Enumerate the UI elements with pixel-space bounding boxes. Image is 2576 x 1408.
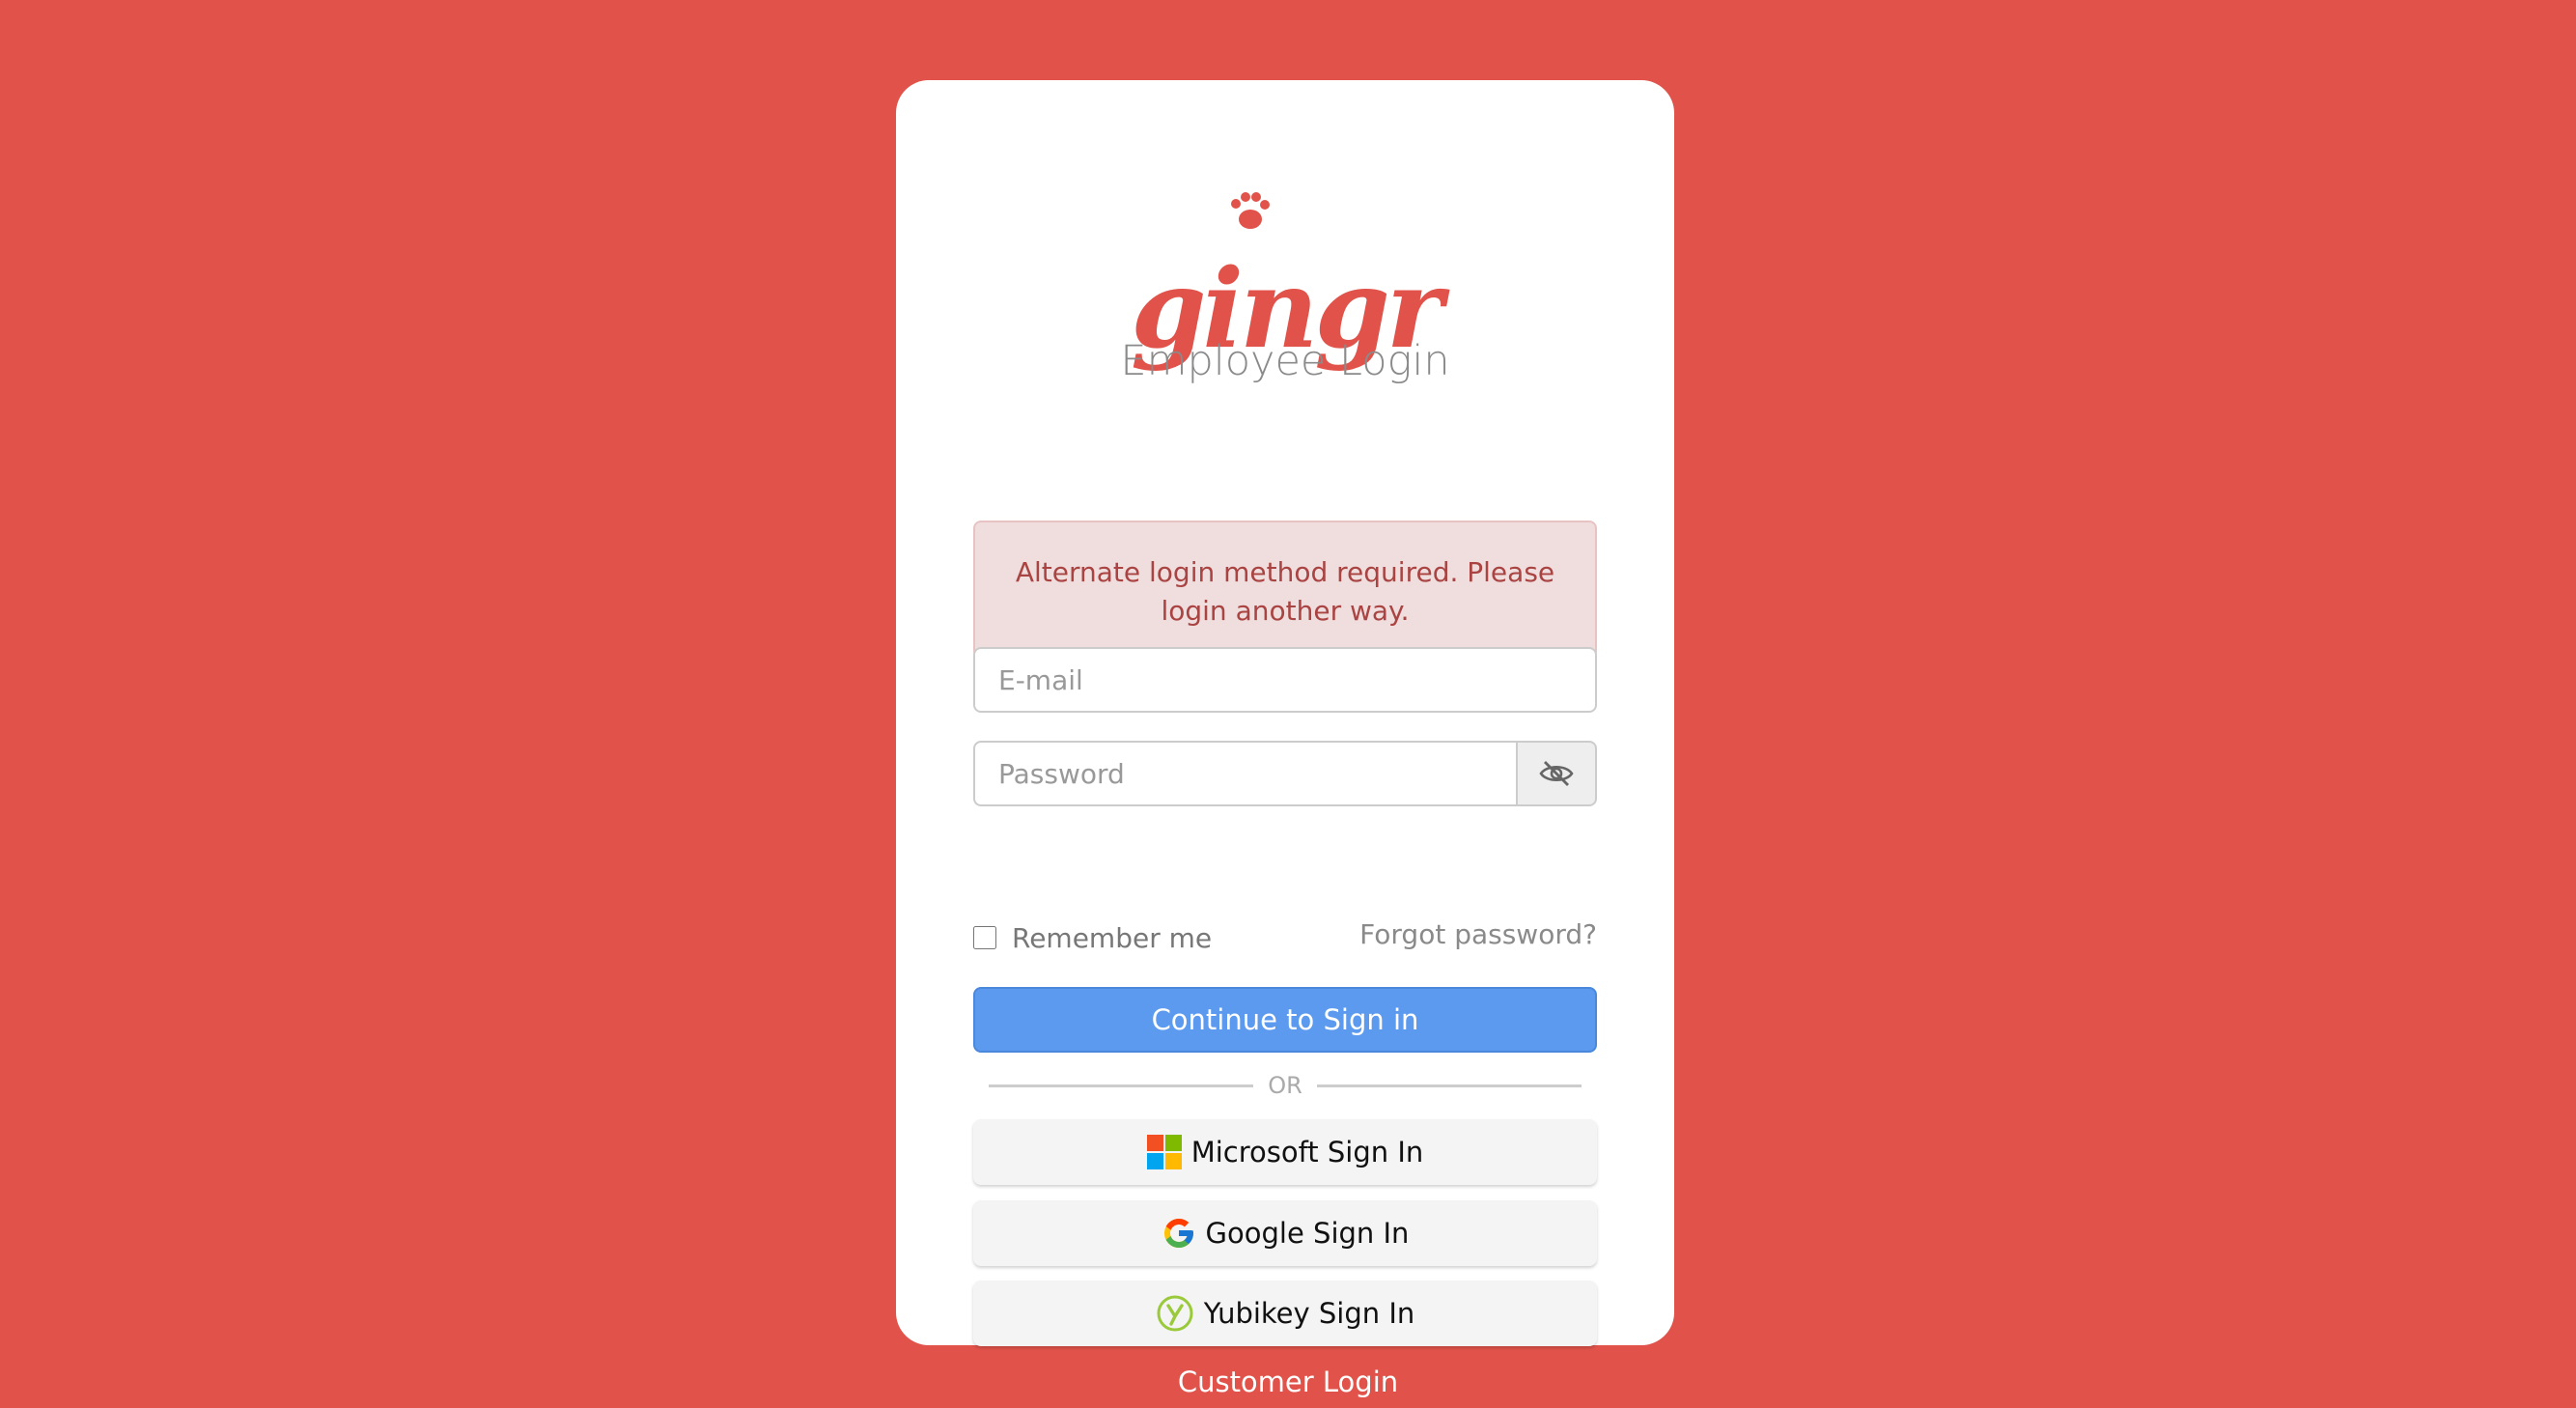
page-title: Employee Login (1120, 337, 1450, 385)
password-group (973, 741, 1597, 806)
password-input[interactable] (973, 741, 1516, 806)
microsoft-icon (1146, 1135, 1182, 1169)
customer-login-link[interactable]: Customer Login (0, 1366, 2576, 1398)
yubikey-sign-in-button[interactable]: Yubikey Sign In (973, 1281, 1597, 1346)
password-visibility-toggle[interactable] (1516, 741, 1597, 806)
yubikey-icon (1156, 1294, 1194, 1333)
email-input[interactable] (973, 647, 1597, 713)
divider-line-left (989, 1084, 1253, 1087)
microsoft-sign-in-label: Microsoft Sign In (1190, 1136, 1424, 1169)
continue-sign-in-button[interactable]: Continue to Sign in (973, 987, 1597, 1053)
microsoft-sign-in-button[interactable]: Microsoft Sign In (973, 1119, 1597, 1185)
google-sign-in-label: Google Sign In (1205, 1217, 1410, 1250)
divider-line-right (1317, 1084, 1582, 1087)
or-label: OR (1268, 1072, 1302, 1099)
remember-me-label: Remember me (1012, 921, 1213, 954)
google-icon (1162, 1216, 1196, 1251)
yubikey-sign-in-label: Yubikey Sign In (1203, 1297, 1415, 1330)
eye-slash-icon (1539, 761, 1574, 786)
or-divider: OR (989, 1069, 1582, 1102)
forgot-password-link[interactable]: Forgot password? (1359, 918, 1597, 950)
remember-me[interactable]: Remember me (973, 918, 1212, 957)
login-card: gingr Employee Login Alternate login met… (896, 80, 1674, 1346)
paw-icon (1231, 192, 1270, 229)
alert-message: Alternate login method required. Please … (973, 521, 1597, 659)
remember-me-checkbox[interactable] (973, 926, 996, 949)
google-sign-in-button[interactable]: Google Sign In (973, 1200, 1597, 1266)
